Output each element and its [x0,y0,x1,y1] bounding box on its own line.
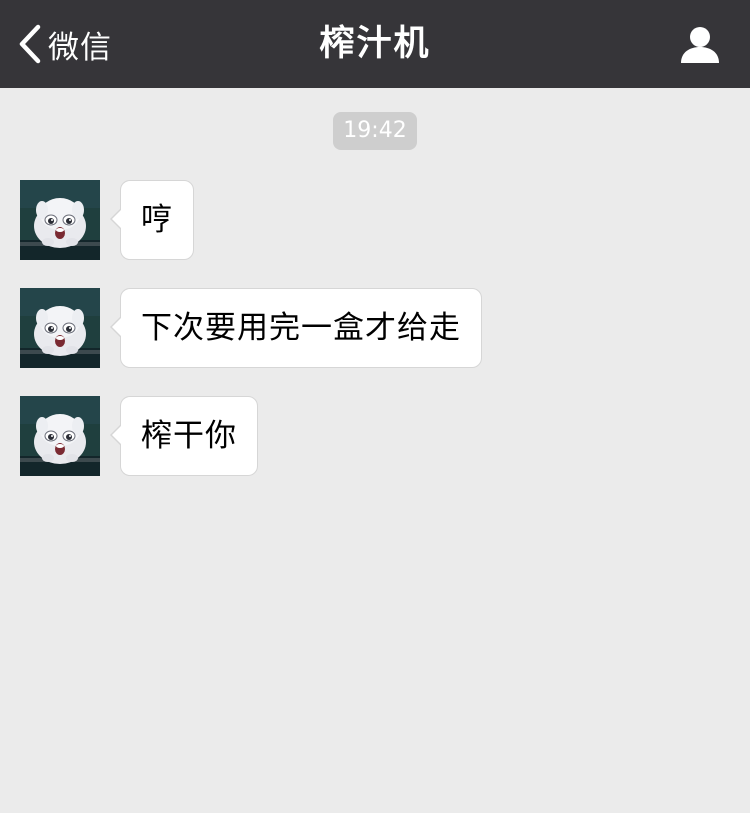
avatar[interactable] [20,396,100,476]
message-bubble[interactable]: 哼 [110,180,194,260]
timestamp-label: 19:42 [333,112,417,150]
avatar[interactable] [20,180,100,260]
person-icon [680,27,720,68]
chat-title: 榨汁机 [319,24,431,64]
avatar[interactable] [20,288,100,368]
message-bubble[interactable]: 榨干你 [110,396,258,476]
chat-area[interactable]: 19:42 哼 下次要用完一盒才给走 榨干你 [0,88,750,813]
profile-button[interactable] [680,26,720,64]
navigation-bar: 微信 榨汁机 [0,0,750,88]
message-bubble[interactable]: 下次要用完一盒才给走 [110,288,482,368]
timestamp-row: 19:42 [0,112,750,150]
